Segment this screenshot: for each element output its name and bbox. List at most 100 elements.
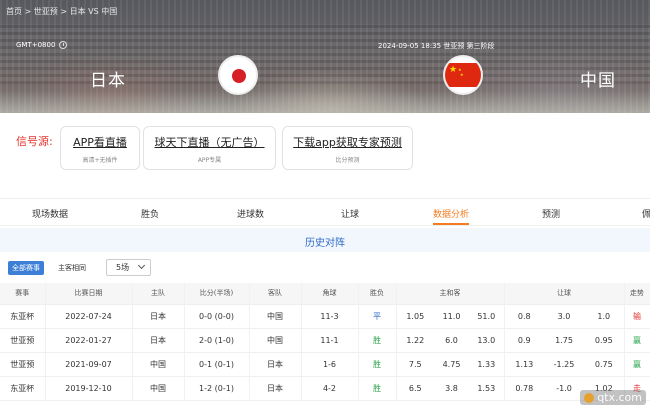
cell-corner: 11-1	[301, 328, 359, 353]
col-header: 比赛日期	[45, 283, 133, 305]
all-events-button[interactable]: 全部赛事	[8, 261, 44, 275]
cell-home: 中国	[132, 352, 185, 377]
cell-handicap: 0.8	[504, 304, 545, 329]
cell-event: 东亚杯	[0, 376, 46, 401]
cell-event: 世亚预	[0, 352, 46, 377]
cell-result: 胜	[358, 376, 397, 401]
history-table: 赛事 比赛日期 主队 比分(半场) 客队 角球 胜负 主和客 让球 走势 东亚杯…	[0, 283, 650, 401]
cell-date: 2021-09-07	[45, 352, 133, 377]
tab-more[interactable]: 佩	[642, 207, 650, 220]
col-header: 主和客	[396, 283, 505, 305]
cell-corner: 1-6	[301, 352, 359, 377]
filter-bar: 全部赛事 主客相同 5场	[0, 256, 650, 280]
cell-home: 日本	[132, 328, 185, 353]
cell-handicap: 1.13	[504, 352, 545, 377]
cell-home: 中国	[132, 376, 185, 401]
pitch-backdrop	[0, 91, 650, 113]
cell-odds: 4.75	[434, 352, 469, 377]
source-subtitle: APP专属	[197, 157, 222, 164]
cell-handicap: 1.75	[544, 328, 585, 353]
cell-home: 日本	[132, 304, 185, 329]
cell-trend: 输	[624, 304, 650, 329]
breadcrumb-sep: >	[22, 7, 34, 16]
cell-event: 世亚预	[0, 328, 46, 353]
cell-score: 0-1 (0-1)	[184, 352, 250, 377]
chevron-down-icon	[137, 261, 146, 270]
source-card-download-app[interactable]: 下载app获取专家预测 比分预测	[282, 126, 413, 170]
cell-date: 2022-07-24	[45, 304, 133, 329]
signal-source-label: 信号源:	[16, 135, 53, 148]
china-flag-icon[interactable]: ★ ★ ★	[443, 55, 483, 95]
cell-handicap: 0.9	[504, 328, 545, 353]
cell-handicap: 1.0	[584, 304, 625, 329]
col-header: 比分(半场)	[184, 283, 250, 305]
table-row[interactable]: 东亚杯 2019-12-10 中国 1-2 (0-1) 日本 4-2 胜 6.5…	[0, 376, 650, 401]
table-row[interactable]: 世亚预 2021-09-07 中国 0-1 (0-1) 日本 1-6 胜 7.5…	[0, 352, 650, 377]
cell-odds: 1.22	[396, 328, 434, 353]
col-header: 主队	[132, 283, 185, 305]
source-card-no-ads[interactable]: 球天下直播（无广告） APP专属	[143, 126, 276, 170]
tab-data-analysis[interactable]: 数据分析	[433, 207, 469, 220]
cell-odds: 6.0	[434, 328, 469, 353]
match-datetime: 2024-09-05 18:35	[378, 42, 442, 50]
cell-result: 胜	[358, 328, 397, 353]
breadcrumb-home[interactable]: 首页	[6, 7, 22, 16]
cell-handicap: -1.25	[544, 352, 585, 377]
source-title[interactable]: 下载app获取专家预测	[283, 134, 412, 150]
cell-odds: 3.8	[434, 376, 469, 401]
cell-trend: 赢	[624, 328, 650, 353]
source-subtitle: 比分预测	[335, 157, 360, 164]
cell-handicap: 0.78	[504, 376, 545, 401]
tab-live-data[interactable]: 现场数据	[32, 207, 68, 220]
match-competition: 世亚预 第三阶段	[443, 42, 495, 50]
tab-prediction[interactable]: 预测	[542, 207, 560, 220]
section-title: 历史对阵	[305, 238, 345, 249]
cell-handicap: 3.0	[544, 304, 585, 329]
cell-trend: 赢	[624, 352, 650, 377]
cell-score: 0-0 (0-0)	[184, 304, 250, 329]
clock-icon	[59, 41, 68, 49]
source-title[interactable]: 球天下直播（无广告）	[144, 134, 275, 150]
cell-handicap: -1.0	[544, 376, 585, 401]
cell-result: 平	[358, 304, 397, 329]
col-header: 赛事	[0, 283, 46, 305]
home-team-name[interactable]: 日本	[90, 66, 126, 91]
match-count-select[interactable]: 5场	[106, 259, 151, 276]
col-header: 走势	[624, 283, 650, 305]
same-home-away-toggle[interactable]: 主客相同	[58, 263, 86, 273]
col-header: 角球	[301, 283, 359, 305]
tab-goals[interactable]: 进球数	[237, 207, 264, 220]
match-meta: 2024-09-05 18:35 世亚预 第三阶段	[378, 41, 495, 51]
timezone-selector[interactable]: GMT+0800	[16, 41, 68, 49]
breadcrumb-sep: >	[57, 7, 70, 16]
watermark-text: qtx.com	[597, 391, 642, 404]
breadcrumb: 首页 > 世亚预 > 日本 VS 中国	[6, 6, 117, 17]
watermark-logo-icon	[584, 392, 595, 403]
breadcrumb-league[interactable]: 世亚预	[34, 7, 58, 16]
cell-date: 2022-01-27	[45, 328, 133, 353]
cell-event: 东亚杯	[0, 304, 46, 329]
cell-odds: 6.5	[396, 376, 434, 401]
breadcrumb-current: 日本 VS 中国	[69, 7, 118, 16]
timezone-label: GMT+0800	[16, 41, 56, 49]
cell-handicap: 0.75	[584, 352, 625, 377]
active-tab-indicator	[433, 223, 469, 225]
cell-corner: 4-2	[301, 376, 359, 401]
cell-odds: 1.53	[469, 376, 505, 401]
table-row[interactable]: 东亚杯 2022-07-24 日本 0-0 (0-0) 中国 11-3 平 1.…	[0, 304, 650, 329]
table-row[interactable]: 世亚预 2022-01-27 日本 2-0 (1-0) 中国 11-1 胜 1.…	[0, 328, 650, 353]
japan-flag-icon[interactable]	[218, 55, 258, 95]
cell-date: 2019-12-10	[45, 376, 133, 401]
tab-handicap[interactable]: 让球	[341, 207, 359, 220]
source-card-app-live[interactable]: APP看直播 高清+无插件	[60, 126, 140, 170]
source-title[interactable]: APP看直播	[61, 134, 139, 150]
cell-odds: 13.0	[469, 328, 505, 353]
away-team-name[interactable]: 中国	[580, 66, 616, 91]
cell-odds: 7.5	[396, 352, 434, 377]
cell-odds: 51.0	[469, 304, 505, 329]
cell-away: 中国	[249, 328, 302, 353]
col-header: 胜负	[358, 283, 397, 305]
tab-win-lose[interactable]: 胜负	[141, 207, 159, 220]
cell-handicap: 0.95	[584, 328, 625, 353]
cell-away: 日本	[249, 376, 302, 401]
